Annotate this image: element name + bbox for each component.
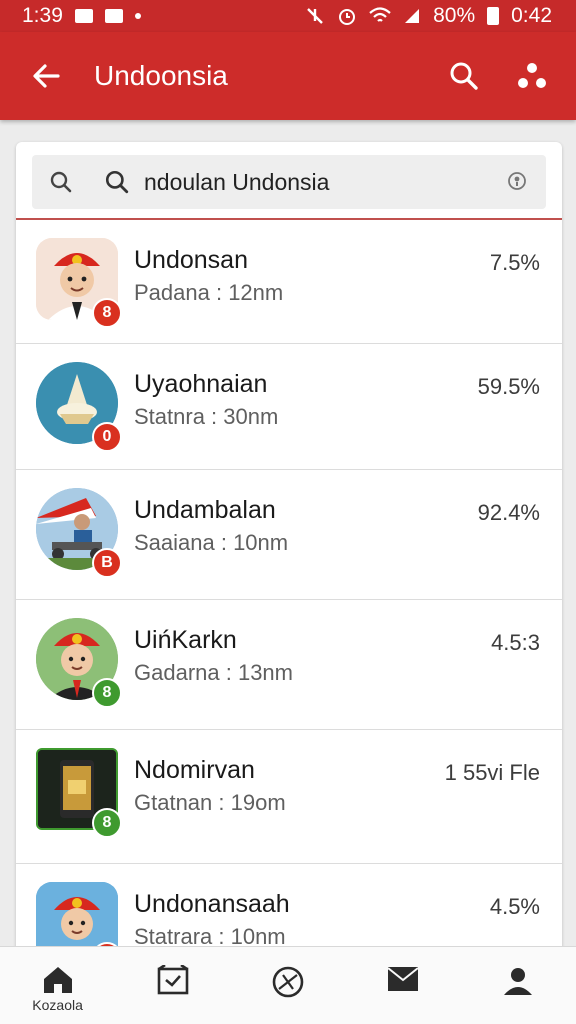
nav-mail[interactable] xyxy=(358,947,448,1024)
nav-home[interactable]: Kozaola xyxy=(13,947,103,1024)
search-icon xyxy=(450,62,478,90)
results-list: 8 Undonsan Padana : 12nm 7.5% 0 Uyaohnai… xyxy=(16,220,562,952)
status-time-right: 0:42 xyxy=(511,4,552,27)
profile-icon xyxy=(504,968,533,995)
list-item[interactable]: 8 UińKarkn Gadarna : 13nm 4.5:3 xyxy=(16,600,562,730)
item-value: 92.4% xyxy=(477,500,540,525)
results-card: ndoulan Undonsia 8 Undonsan Padana : 12n… xyxy=(16,142,562,952)
item-subtitle: Saaiana : 10nm xyxy=(134,530,289,555)
arrow-left-icon xyxy=(33,64,60,88)
item-value: 1 55vi Fle xyxy=(444,760,540,785)
home-icon xyxy=(43,967,72,993)
item-title: Undambalan xyxy=(134,496,276,524)
bottom-nav: Kozaola xyxy=(0,946,576,1024)
avatar: B xyxy=(36,488,122,578)
nav-profile[interactable] xyxy=(473,947,563,1024)
item-title: Undonansaah xyxy=(134,890,290,918)
item-title: UińKarkn xyxy=(134,626,237,654)
search-input[interactable]: ndoulan Undonsia xyxy=(144,169,502,196)
status-time: 1:39 xyxy=(22,4,63,27)
location-pin-icon[interactable] xyxy=(502,167,532,197)
status-badge: 8 xyxy=(92,808,122,838)
list-item[interactable]: 8 Ndomirvan Gtatnan : 19om 1 55vi Fle xyxy=(16,730,562,864)
app-bar: Undoonsia xyxy=(0,32,576,120)
list-item[interactable]: 6 Undonansaah Statrara : 10nm 4.5% xyxy=(16,864,562,952)
back-button[interactable] xyxy=(18,48,74,104)
alarm-icon xyxy=(339,9,356,25)
avatar: 0 xyxy=(36,362,122,452)
avatar: 8 xyxy=(36,618,122,708)
list-item[interactable]: 0 Uyaohnaian Statnra : 30nm 59.5% xyxy=(16,344,562,470)
item-subtitle: Gtatnan : 19om xyxy=(134,790,286,815)
mail-icon xyxy=(387,967,419,991)
signal-icon xyxy=(405,9,420,23)
status-bar: 1:39 80% 0:42 xyxy=(0,0,576,32)
wifi-icon xyxy=(369,7,391,22)
item-value: 59.5% xyxy=(477,374,540,399)
search-icon[interactable] xyxy=(46,167,76,197)
message-notification-icon xyxy=(104,9,123,23)
avatar: 8 xyxy=(36,748,122,838)
item-value: 4.5:3 xyxy=(491,630,540,655)
item-value: 7.5% xyxy=(489,250,540,275)
status-badge: 0 xyxy=(92,422,122,452)
item-value: 4.5% xyxy=(489,894,540,919)
nav-inbox[interactable] xyxy=(128,947,218,1024)
item-title: Ndomirvan xyxy=(134,756,255,784)
inbox-icon xyxy=(157,965,189,995)
search-bar[interactable]: ndoulan Undonsia xyxy=(32,155,546,209)
battery-percent: 80% xyxy=(433,4,476,27)
mute-icon xyxy=(307,8,323,24)
search-button[interactable] xyxy=(442,54,486,98)
notification-dot-icon xyxy=(134,13,141,19)
item-title: Undonsan xyxy=(134,246,248,274)
compass-icon xyxy=(272,966,304,998)
item-subtitle: Statnra : 30nm xyxy=(134,404,279,429)
item-subtitle: Gadarna : 13nm xyxy=(134,660,293,685)
image-notification-icon xyxy=(74,9,93,23)
nav-home-label: Kozaola xyxy=(32,997,83,1013)
status-badge: 8 xyxy=(92,298,122,328)
search-icon xyxy=(102,167,132,197)
avatar: 8 xyxy=(36,238,122,328)
share-icon xyxy=(518,63,546,88)
share-button[interactable] xyxy=(510,54,554,98)
avatar: 6 xyxy=(36,882,122,952)
status-badge: B xyxy=(92,548,122,578)
list-item[interactable]: B Undambalan Saaiana : 10nm 92.4% xyxy=(16,470,562,600)
status-badge: 8 xyxy=(92,678,122,708)
nav-explore[interactable] xyxy=(243,947,333,1024)
item-subtitle: Padana : 12nm xyxy=(134,280,284,305)
list-item[interactable]: 8 Undonsan Padana : 12nm 7.5% xyxy=(16,220,562,344)
item-title: Uyaohnaian xyxy=(134,370,268,398)
page-title: Undoonsia xyxy=(94,60,228,91)
battery-icon xyxy=(487,7,500,25)
